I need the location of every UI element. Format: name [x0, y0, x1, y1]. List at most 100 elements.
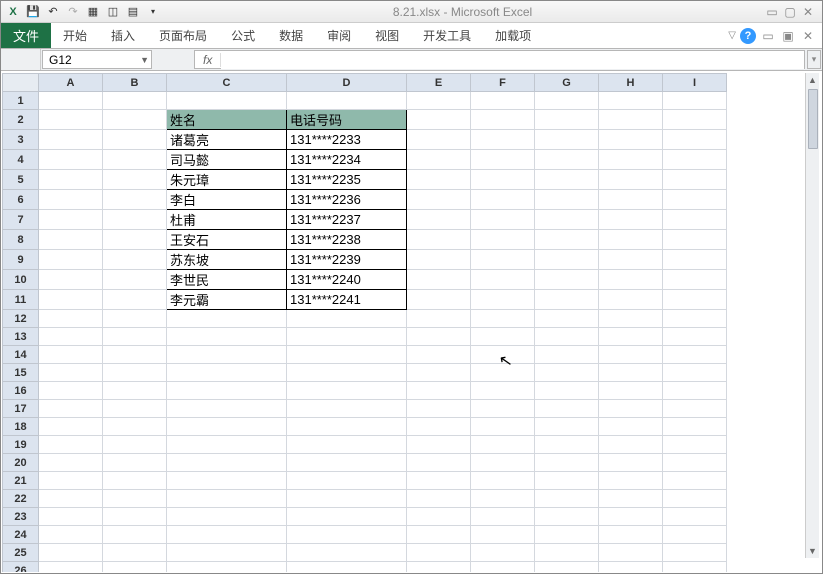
cell-C15[interactable] — [167, 364, 287, 382]
cell-C22[interactable] — [167, 490, 287, 508]
cell-C11[interactable]: 李元霸 — [167, 290, 287, 310]
cell-B11[interactable] — [103, 290, 167, 310]
cell-I6[interactable] — [663, 190, 727, 210]
cell-I17[interactable] — [663, 400, 727, 418]
cell-G25[interactable] — [535, 544, 599, 562]
cell-E4[interactable] — [407, 150, 471, 170]
cell-E24[interactable] — [407, 526, 471, 544]
cell-G8[interactable] — [535, 230, 599, 250]
doc-minimize-icon[interactable]: ▭ — [760, 29, 776, 43]
qat-dropdown-icon[interactable]: ▾ — [145, 4, 161, 20]
cell-E5[interactable] — [407, 170, 471, 190]
cell-H4[interactable] — [599, 150, 663, 170]
cell-D23[interactable] — [287, 508, 407, 526]
cell-B15[interactable] — [103, 364, 167, 382]
scroll-thumb[interactable] — [808, 89, 818, 149]
cell-I12[interactable] — [663, 310, 727, 328]
cell-A6[interactable] — [39, 190, 103, 210]
cell-D2[interactable]: 电话号码 — [287, 110, 407, 130]
cell-D14[interactable] — [287, 346, 407, 364]
cell-A13[interactable] — [39, 328, 103, 346]
cell-B9[interactable] — [103, 250, 167, 270]
cell-I15[interactable] — [663, 364, 727, 382]
cell-E25[interactable] — [407, 544, 471, 562]
cell-F20[interactable] — [471, 454, 535, 472]
cell-F8[interactable] — [471, 230, 535, 250]
cell-B1[interactable] — [103, 92, 167, 110]
cell-A19[interactable] — [39, 436, 103, 454]
redo-icon[interactable]: ↷ — [65, 4, 81, 20]
cell-H7[interactable] — [599, 210, 663, 230]
cell-D10[interactable]: 131****2240 — [287, 270, 407, 290]
cell-D21[interactable] — [287, 472, 407, 490]
cell-D9[interactable]: 131****2239 — [287, 250, 407, 270]
cell-H6[interactable] — [599, 190, 663, 210]
cell-C6[interactable]: 李白 — [167, 190, 287, 210]
cell-F6[interactable] — [471, 190, 535, 210]
cell-C23[interactable] — [167, 508, 287, 526]
cell-B26[interactable] — [103, 562, 167, 573]
row-header-12[interactable]: 12 — [3, 310, 39, 328]
cell-A24[interactable] — [39, 526, 103, 544]
cell-F12[interactable] — [471, 310, 535, 328]
tab-7[interactable]: 开发工具 — [411, 23, 483, 48]
tab-0[interactable]: 开始 — [51, 23, 99, 48]
cell-E21[interactable] — [407, 472, 471, 490]
cell-F24[interactable] — [471, 526, 535, 544]
cell-D16[interactable] — [287, 382, 407, 400]
cell-G22[interactable] — [535, 490, 599, 508]
cell-F3[interactable] — [471, 130, 535, 150]
cell-A18[interactable] — [39, 418, 103, 436]
name-box[interactable]: G12 ▼ — [42, 50, 152, 69]
cell-I19[interactable] — [663, 436, 727, 454]
cell-F15[interactable] — [471, 364, 535, 382]
cell-E14[interactable] — [407, 346, 471, 364]
cell-F2[interactable] — [471, 110, 535, 130]
cell-E1[interactable] — [407, 92, 471, 110]
cell-D8[interactable]: 131****2238 — [287, 230, 407, 250]
row-header-2[interactable]: 2 — [3, 110, 39, 130]
cell-H8[interactable] — [599, 230, 663, 250]
doc-restore-icon[interactable]: ▣ — [780, 29, 796, 43]
cell-C13[interactable] — [167, 328, 287, 346]
vertical-scrollbar[interactable]: ▲ ▼ — [805, 73, 819, 558]
cell-H18[interactable] — [599, 418, 663, 436]
col-header-B[interactable]: B — [103, 74, 167, 92]
undo-icon[interactable]: ↶ — [45, 4, 61, 20]
cell-H22[interactable] — [599, 490, 663, 508]
cell-C9[interactable]: 苏东坡 — [167, 250, 287, 270]
cell-G2[interactable] — [535, 110, 599, 130]
cell-A8[interactable] — [39, 230, 103, 250]
cell-B12[interactable] — [103, 310, 167, 328]
col-header-A[interactable]: A — [39, 74, 103, 92]
cell-F25[interactable] — [471, 544, 535, 562]
cell-E26[interactable] — [407, 562, 471, 573]
cell-C17[interactable] — [167, 400, 287, 418]
cell-B18[interactable] — [103, 418, 167, 436]
cell-H23[interactable] — [599, 508, 663, 526]
cell-G21[interactable] — [535, 472, 599, 490]
cell-H14[interactable] — [599, 346, 663, 364]
tab-8[interactable]: 加载项 — [483, 23, 543, 48]
help-icon[interactable]: ? — [740, 28, 756, 44]
cell-G6[interactable] — [535, 190, 599, 210]
cell-E12[interactable] — [407, 310, 471, 328]
cell-D19[interactable] — [287, 436, 407, 454]
cell-C12[interactable] — [167, 310, 287, 328]
row-header-13[interactable]: 13 — [3, 328, 39, 346]
row-header-10[interactable]: 10 — [3, 270, 39, 290]
tab-5[interactable]: 审阅 — [315, 23, 363, 48]
col-header-C[interactable]: C — [167, 74, 287, 92]
cell-H1[interactable] — [599, 92, 663, 110]
cell-C8[interactable]: 王安石 — [167, 230, 287, 250]
cell-F7[interactable] — [471, 210, 535, 230]
row-header-20[interactable]: 20 — [3, 454, 39, 472]
row-header-1[interactable]: 1 — [3, 92, 39, 110]
cell-D13[interactable] — [287, 328, 407, 346]
cell-H26[interactable] — [599, 562, 663, 573]
cell-F13[interactable] — [471, 328, 535, 346]
col-header-I[interactable]: I — [663, 74, 727, 92]
cell-H15[interactable] — [599, 364, 663, 382]
row-header-15[interactable]: 15 — [3, 364, 39, 382]
cell-E15[interactable] — [407, 364, 471, 382]
